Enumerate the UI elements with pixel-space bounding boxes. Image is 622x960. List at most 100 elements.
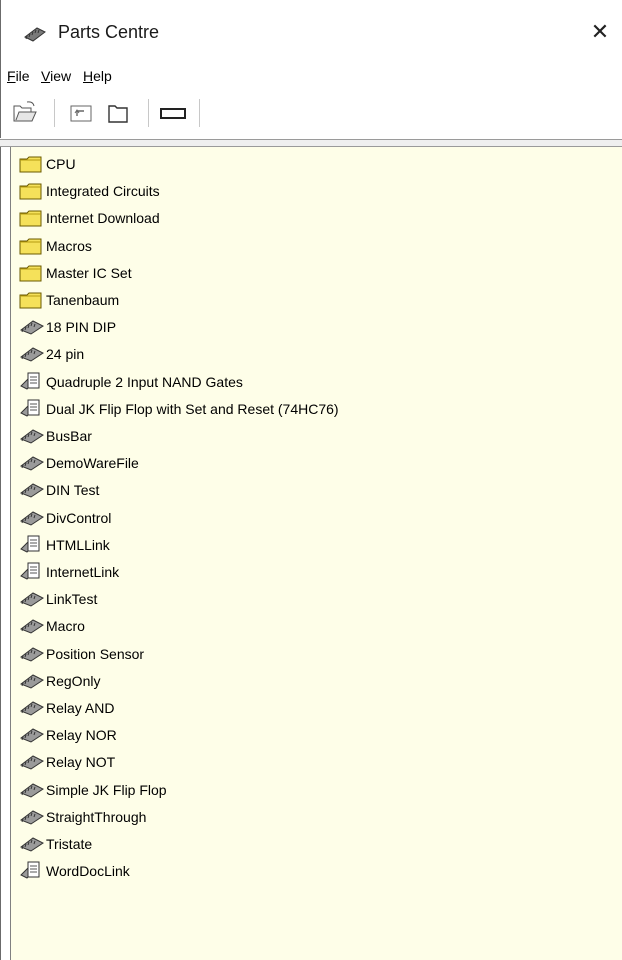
chip-icon bbox=[19, 643, 45, 665]
document-icon bbox=[19, 534, 45, 556]
tree-item[interactable]: HTMLLink bbox=[19, 532, 110, 558]
tree-item-label: CPU bbox=[46, 156, 76, 172]
document-icon bbox=[19, 371, 45, 393]
tree-item[interactable]: Dual JK Flip Flop with Set and Reset (74… bbox=[19, 396, 339, 422]
folder-icon bbox=[19, 262, 45, 284]
new-folder-icon[interactable] bbox=[105, 100, 133, 126]
chip-icon bbox=[19, 425, 45, 447]
menu-file-accel: F bbox=[7, 68, 16, 84]
tree-item[interactable]: DivControl bbox=[19, 505, 111, 531]
tree-item[interactable]: Simple JK Flip Flop bbox=[19, 777, 167, 803]
chip-icon bbox=[19, 779, 45, 801]
tree-item-label: Position Sensor bbox=[46, 645, 145, 662]
tree-item-label: Macros bbox=[46, 237, 92, 254]
tree-item[interactable]: LinkTest bbox=[19, 586, 97, 612]
tree-item[interactable]: Position Sensor bbox=[19, 641, 144, 667]
up-level-icon[interactable] bbox=[67, 100, 95, 126]
tree-item[interactable]: 18 PIN DIP bbox=[19, 314, 116, 340]
menu-bar: File View Help bbox=[0, 62, 622, 92]
tree-item[interactable]: DemoWareFile bbox=[19, 450, 139, 476]
tree-item-label: 18 PIN DIP bbox=[46, 319, 117, 336]
folder-icon bbox=[19, 180, 45, 202]
folder-icon bbox=[19, 289, 45, 311]
tree-item[interactable]: DIN Test bbox=[19, 477, 99, 503]
tree-item[interactable]: 24 pin bbox=[19, 341, 84, 367]
open-folder-icon[interactable] bbox=[11, 100, 39, 126]
tree-border bbox=[0, 147, 10, 960]
tree-item[interactable]: StraightThrough bbox=[19, 804, 146, 830]
menu-view-label: iew bbox=[50, 68, 72, 84]
document-icon bbox=[19, 561, 45, 583]
window-title: Parts Centre bbox=[58, 22, 160, 42]
tree-item-label: 24 pin bbox=[46, 346, 85, 363]
menu-view[interactable]: View bbox=[41, 68, 71, 84]
chip-icon bbox=[19, 316, 45, 338]
tree-item[interactable]: Relay NOT bbox=[19, 749, 115, 775]
folder-icon bbox=[19, 153, 45, 175]
tree-item-label: Tanenbaum bbox=[46, 292, 120, 308]
chip-icon bbox=[19, 751, 45, 773]
tree-item-label: DivControl bbox=[46, 509, 112, 526]
content-divider bbox=[0, 139, 622, 147]
chip-icon bbox=[19, 452, 45, 474]
tree-item-label: DemoWareFile bbox=[46, 455, 139, 472]
tree-item-label: Macro bbox=[46, 618, 85, 635]
tree-item-label: Integrated Circuits bbox=[46, 183, 160, 200]
tree-item[interactable]: Tristate bbox=[19, 831, 92, 857]
chip-icon bbox=[19, 670, 45, 692]
chip-icon bbox=[19, 806, 45, 828]
chip-icon bbox=[19, 343, 45, 365]
tree-item[interactable]: WordDocLink bbox=[19, 858, 130, 884]
tree-item-label: DIN Test bbox=[46, 482, 100, 499]
part-outline-icon[interactable] bbox=[158, 100, 186, 126]
document-icon bbox=[19, 398, 45, 420]
tree-item-label: StraightThrough bbox=[46, 808, 147, 825]
tree-folder[interactable]: Integrated Circuits bbox=[19, 178, 160, 204]
chip-icon bbox=[19, 697, 45, 719]
tree-item[interactable]: InternetLink bbox=[19, 559, 119, 585]
menu-file-label: ile bbox=[15, 68, 30, 84]
close-button[interactable]: ✕ bbox=[578, 10, 622, 54]
tree-item-label: Relay NOT bbox=[46, 754, 116, 771]
chip-icon bbox=[19, 724, 45, 746]
tree-item-label: Tristate bbox=[46, 836, 93, 852]
tree-item[interactable]: Macro bbox=[19, 613, 85, 639]
chip-icon bbox=[23, 26, 46, 42]
tree-folder[interactable]: CPU bbox=[19, 151, 76, 177]
parts-tree[interactable]: CPU Integrated Circuits Internet Download M… bbox=[10, 147, 622, 960]
chip-icon bbox=[19, 833, 45, 855]
tree-item-label: InternetLink bbox=[46, 564, 120, 580]
tree-item[interactable]: Relay NOR bbox=[19, 722, 117, 748]
tree-item[interactable]: RegOnly bbox=[19, 668, 100, 694]
tree-item[interactable]: Relay AND bbox=[19, 695, 114, 721]
tree-folder[interactable]: Master IC Set bbox=[19, 260, 132, 286]
tree-item-label: RegOnly bbox=[46, 672, 101, 689]
menu-help[interactable]: Help bbox=[83, 68, 112, 84]
tree-item-label: Simple JK Flip Flop bbox=[46, 781, 167, 798]
tree-item-label: WordDocLink bbox=[46, 863, 130, 880]
tree-folder[interactable]: Tanenbaum bbox=[19, 287, 119, 313]
tree-item-label: Quadruple 2 Input NAND Gates bbox=[46, 373, 243, 390]
tree-item-label: HTMLLink bbox=[46, 536, 110, 553]
toolbar-separator bbox=[199, 99, 200, 127]
menu-help-label: elp bbox=[93, 68, 112, 84]
folder-icon bbox=[19, 207, 45, 229]
chip-icon bbox=[19, 507, 45, 529]
folder-icon bbox=[19, 235, 45, 257]
tree-item-label: Relay AND bbox=[46, 700, 115, 716]
tree-item[interactable]: BusBar bbox=[19, 423, 92, 449]
toolbar bbox=[0, 92, 622, 138]
tree-item-label: Dual JK Flip Flop with Set and Reset (74… bbox=[46, 400, 339, 417]
tree-folder[interactable]: Internet Download bbox=[19, 205, 160, 231]
document-icon bbox=[19, 860, 45, 882]
tree-item[interactable]: Quadruple 2 Input NAND Gates bbox=[19, 369, 243, 395]
chip-icon bbox=[19, 479, 45, 501]
tree-item-label: Internet Download bbox=[46, 210, 160, 227]
tree-item-label: Master IC Set bbox=[46, 264, 132, 281]
toolbar-separator bbox=[54, 99, 55, 127]
tree-folder[interactable]: Macros bbox=[19, 233, 92, 259]
tree-item-label: BusBar bbox=[46, 428, 92, 444]
tree-item-label: LinkTest bbox=[46, 591, 98, 608]
title-bar: Parts Centre ✕ bbox=[0, 0, 622, 62]
menu-file[interactable]: File bbox=[7, 68, 30, 84]
